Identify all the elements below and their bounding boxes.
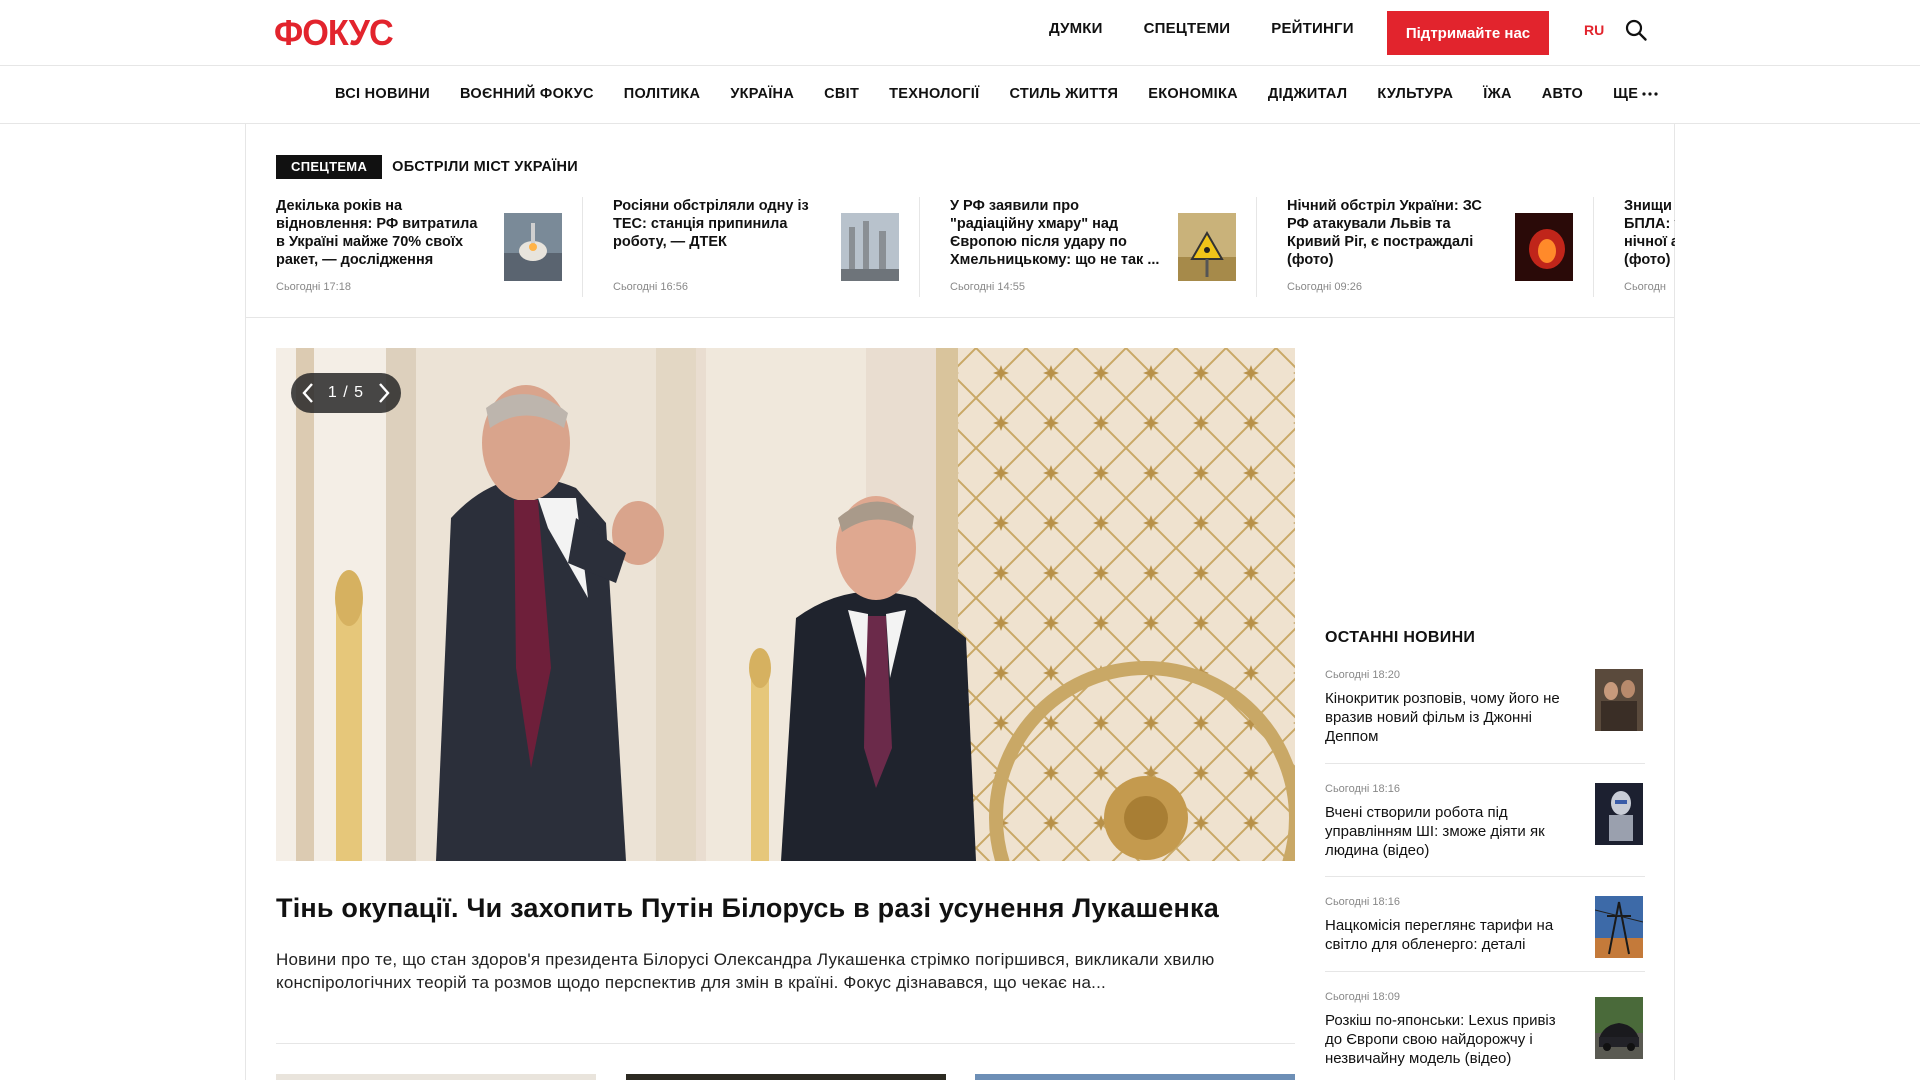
slide-counter: 1 / 5 [327,384,365,401]
news-divider [1325,763,1645,764]
category-auto[interactable]: АВТО [1542,86,1583,102]
ticker-divider [919,197,920,297]
category-food[interactable]: ЇЖА [1483,86,1511,102]
news-divider [1325,876,1645,877]
category-world[interactable]: СВІТ [824,86,859,102]
special-topic-header: СПЕЦТЕМА ОБСТРІЛИ МІСТ УКРАЇНИ [276,155,578,179]
night-fire-thumbnail[interactable] [1515,213,1573,281]
latest-news-title: ОСТАННІ НОВИНИ [1325,629,1476,646]
robot-thumbnail[interactable] [1595,783,1643,845]
ticker-time: Сьогодні 17:18 [276,281,351,293]
missile-launch-thumbnail[interactable] [504,213,562,281]
category-nav: ВСІ НОВИНИ ВОЄННИЙ ФОКУС ПОЛІТИКА УКРАЇН… [335,86,1658,102]
lexus-car-thumbnail[interactable] [1595,997,1643,1059]
hero-image[interactable] [276,348,1295,861]
ticker-divider [1256,197,1257,297]
ticker-item[interactable]: Декілька років на відновлення: РФ витрат… [276,197,581,297]
top-link-opinions[interactable]: ДУМКИ [1049,20,1103,37]
news-divider [1325,971,1645,972]
site-logo[interactable]: ФОКУС [274,12,394,54]
article-card-thumbnail[interactable] [276,1074,596,1080]
ticker-headline[interactable]: У РФ заявили про "радіаційну хмару" над … [950,197,1160,269]
ticker-bottom-divider [245,317,1675,318]
next-arrow-icon[interactable] [377,382,391,404]
special-topic-title[interactable]: ОБСТРІЛИ МІСТ УКРАЇНИ [392,159,578,175]
hero-headline[interactable]: Тінь окупації. Чи захопить Путін Білорус… [276,893,1295,924]
top-nav: ДУМКИ СПЕЦТЕМИ РЕЙТИНГИ [1049,20,1395,37]
news-headline[interactable]: Розкіш по-японськи: Lexus привіз до Євро… [1325,1011,1575,1068]
ticker-item[interactable]: Росіяни обстріляли одну із ТЕС: станція … [613,197,918,297]
category-culture[interactable]: КУЛЬТУРА [1377,86,1453,102]
hero-lead: Новини про те, що стан здоров'я президен… [276,950,1215,992]
category-ukraine[interactable]: УКРАЇНА [730,86,794,102]
top-link-special-topics[interactable]: СПЕЦТЕМИ [1144,20,1231,37]
category-technology[interactable]: ТЕХНОЛОГІЇ [889,86,979,102]
article-card-thumbnail[interactable] [626,1074,946,1080]
prev-arrow-icon[interactable] [301,382,315,404]
more-label: ЩЕ [1613,86,1639,102]
ticker-time: Сьогодні 09:26 [1287,281,1362,293]
power-plant-thumbnail[interactable] [841,213,899,281]
ticker-headline[interactable]: Знищи БПЛА: у нічної а (фото) [1624,197,1675,269]
support-button[interactable]: Підтримайте нас [1387,11,1549,55]
news-headline[interactable]: Вчені створили робота під управлінням ШІ… [1325,803,1575,860]
category-economy[interactable]: ЕКОНОМІКА [1148,86,1238,102]
slider-controls: 1 / 5 [291,373,401,413]
ticker-divider [1593,197,1594,297]
more-dots-icon [1642,92,1658,96]
category-military[interactable]: ВОЄННИЙ ФОКУС [460,86,594,102]
category-digital[interactable]: ДІДЖИТАЛ [1268,86,1347,102]
category-lifestyle[interactable]: СТИЛЬ ЖИТТЯ [1009,86,1118,102]
ticker-item[interactable]: Знищи БПЛА: у нічної а (фото) Сьогодн [1624,197,1675,297]
news-time: Сьогодні 18:16 [1325,783,1400,795]
language-switch[interactable]: RU [1584,22,1604,38]
ticker-item[interactable]: Нічний обстріл України: ЗС РФ атакували … [1287,197,1592,297]
news-time: Сьогодні 18:16 [1325,896,1400,908]
ticker-time: Сьогодн [1624,281,1666,293]
ticker-time: Сьогодні 14:55 [950,281,1025,293]
ticker-divider [582,197,583,297]
ticker-headline[interactable]: Декілька років на відновлення: РФ витрат… [276,197,486,269]
power-lines-thumbnail[interactable] [1595,896,1643,958]
ticker-headline[interactable]: Росіяни обстріляли одну із ТЕС: станція … [613,197,823,251]
article-card-thumbnail[interactable] [975,1074,1295,1080]
news-headline[interactable]: Нацкомісія переглянє тарифи на світло дл… [1325,916,1575,954]
radiation-sign-thumbnail[interactable] [1178,213,1236,281]
category-more[interactable]: ЩЕ [1613,86,1658,102]
top-link-ratings[interactable]: РЕЙТИНГИ [1271,20,1353,37]
ticker-headline[interactable]: Нічний обстріл України: ЗС РФ атакували … [1287,197,1497,269]
special-topic-badge[interactable]: СПЕЦТЕМА [276,155,383,179]
hero-divider [276,1043,1295,1044]
ticker-item[interactable]: У РФ заявили про "радіаційну хмару" над … [950,197,1255,297]
news-headline[interactable]: Кінокритик розповів, чому його не вразив… [1325,689,1575,746]
news-time: Сьогодні 18:09 [1325,991,1400,1003]
category-bar: ВСІ НОВИНИ ВОЄННИЙ ФОКУС ПОЛІТИКА УКРАЇН… [0,66,1920,124]
category-politics[interactable]: ПОЛІТИКА [624,86,701,102]
search-icon[interactable] [1624,18,1648,42]
special-topic-ticker: Декілька років на відновлення: РФ витрат… [276,197,1675,297]
news-time: Сьогодні 18:20 [1325,669,1400,681]
ticker-time: Сьогодні 16:56 [613,281,688,293]
category-all-news[interactable]: ВСІ НОВИНИ [335,86,430,102]
movie-still-thumbnail[interactable] [1595,669,1643,731]
top-header: ФОКУС ДУМКИ СПЕЦТЕМИ РЕЙТИНГИ Підтримайт… [0,0,1920,66]
